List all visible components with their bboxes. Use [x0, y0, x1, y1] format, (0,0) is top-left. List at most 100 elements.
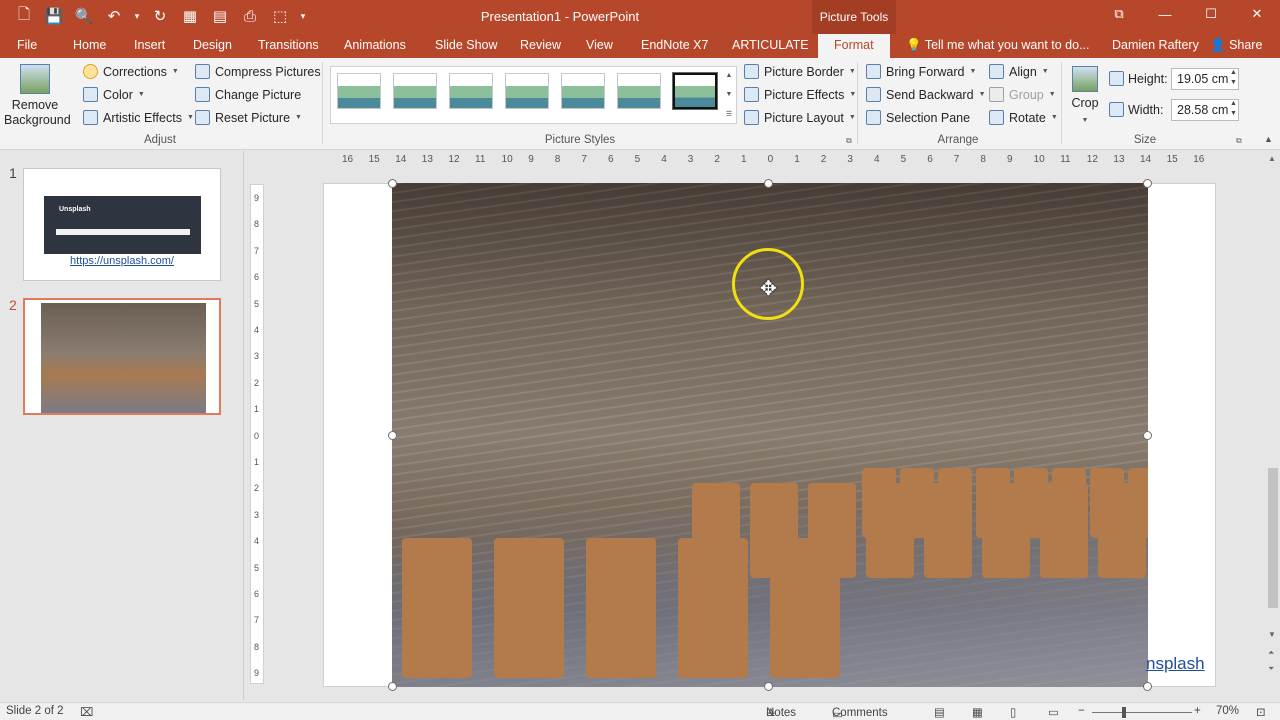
- thumbnail-image: Unsplash: [44, 196, 201, 254]
- tab-home[interactable]: Home: [73, 34, 106, 58]
- chevron-down-icon: ▼: [978, 91, 986, 98]
- slideshow-view-icon[interactable]: ▭: [1048, 705, 1059, 719]
- slide-thumbnail-1[interactable]: Unsplash https://unsplash.com/: [23, 168, 221, 281]
- fit-slide-icon[interactable]: ⊡: [1256, 705, 1266, 719]
- vertical-ruler: 9 8 7 6 5 4 3 2 1 0 1 2 3 4 5 6 7 8 9: [250, 184, 264, 684]
- slide-hyperlink[interactable]: nsplash: [1146, 654, 1205, 674]
- group-button[interactable]: Group ▼: [989, 87, 1056, 102]
- rotate-button[interactable]: Rotate ▼: [989, 110, 1058, 125]
- ruler-tick-label: 5: [634, 154, 641, 165]
- picture-style-thumb[interactable]: [393, 73, 437, 109]
- more-styles-icon[interactable]: ☰: [726, 110, 732, 118]
- picture-layout-button[interactable]: Picture Layout ▼: [744, 110, 856, 125]
- close-icon[interactable]: ✕: [1234, 0, 1280, 28]
- previous-slide-icon[interactable]: ⏶: [1268, 648, 1274, 658]
- resize-handle-sw[interactable]: [388, 682, 397, 691]
- normal-view-icon[interactable]: ▤: [934, 705, 945, 719]
- artistic-effects-button[interactable]: Artistic Effects ▼: [83, 110, 194, 125]
- color-button[interactable]: Color ▼: [83, 87, 145, 102]
- corrections-button[interactable]: Corrections ▼: [83, 64, 179, 79]
- picture-style-thumb[interactable]: [505, 73, 549, 109]
- tab-file[interactable]: File: [17, 34, 37, 58]
- tab-transitions[interactable]: Transitions: [258, 34, 319, 58]
- maximize-icon[interactable]: ☐: [1188, 0, 1234, 28]
- ruler-tick-label: 5: [254, 298, 260, 309]
- ruler-tick-label: 8: [980, 154, 986, 165]
- picture-style-thumb[interactable]: [561, 73, 605, 109]
- change-picture-button[interactable]: Change Picture: [195, 87, 301, 102]
- height-field[interactable]: 19.05 cm: [1171, 68, 1239, 90]
- send-backward-button[interactable]: Send Backward ▼: [866, 87, 986, 102]
- resize-handle-w[interactable]: [388, 431, 397, 440]
- group-separator: [857, 62, 858, 144]
- zoom-in-icon[interactable]: +: [1194, 705, 1201, 717]
- selection-pane-button[interactable]: Selection Pane: [866, 110, 970, 125]
- chevron-down-icon: ▼: [171, 68, 179, 75]
- resize-handle-e[interactable]: [1143, 431, 1152, 440]
- collapse-ribbon-icon[interactable]: ▲: [1264, 134, 1273, 144]
- tell-me-search[interactable]: 💡 Tell me what you want to do...: [906, 34, 1090, 56]
- resize-handle-n[interactable]: [764, 179, 773, 188]
- tab-view[interactable]: View: [586, 34, 613, 58]
- next-slide-icon[interactable]: ⏷: [1268, 664, 1274, 674]
- ruler-tick-label: 6: [254, 272, 260, 283]
- tab-insert[interactable]: Insert: [134, 34, 165, 58]
- slide-count: Slide 2 of 2: [6, 705, 64, 717]
- picture-style-thumb[interactable]: [617, 73, 661, 109]
- scroll-down-icon[interactable]: ▼: [1268, 630, 1276, 639]
- dialog-launcher-icon[interactable]: ⧉: [1236, 136, 1242, 146]
- chair: [586, 538, 656, 678]
- bring-forward-button[interactable]: Bring Forward ▼: [866, 64, 976, 79]
- zoom-slider-knob[interactable]: [1122, 707, 1126, 718]
- ribbon-display-icon[interactable]: ⧉: [1096, 0, 1142, 28]
- minimize-icon[interactable]: —: [1142, 0, 1188, 28]
- remove-background-icon: [20, 64, 50, 94]
- resize-handle-ne[interactable]: [1143, 179, 1152, 188]
- resize-handle-s[interactable]: [764, 682, 773, 691]
- crop-icon: [1072, 66, 1098, 92]
- chevron-up-icon[interactable]: ▲: [726, 72, 733, 79]
- picture-styles-gallery: [330, 66, 737, 124]
- picture-style-thumb[interactable]: [337, 73, 381, 109]
- reset-picture-button[interactable]: Reset Picture ▼: [195, 110, 302, 125]
- tab-endnote[interactable]: EndNote X7: [641, 34, 708, 58]
- tab-design[interactable]: Design: [193, 34, 232, 58]
- ruler-tick-label: 16: [1193, 154, 1205, 165]
- align-button[interactable]: Align ▼: [989, 64, 1049, 79]
- height-spinner[interactable]: ▲ ▼: [1230, 68, 1237, 88]
- tab-format[interactable]: Format: [818, 34, 890, 58]
- zoom-level[interactable]: 70%: [1216, 705, 1239, 717]
- picture-effects-button[interactable]: Picture Effects ▼: [744, 87, 856, 102]
- crop-button[interactable]: Crop ▼: [1066, 66, 1104, 128]
- chevron-down-icon[interactable]: ▼: [726, 91, 733, 98]
- scroll-up-icon[interactable]: ▲: [1268, 154, 1276, 163]
- remove-background-button[interactable]: Remove Background: [4, 64, 71, 128]
- gallery-scroll[interactable]: ▲ ▼ ☰: [722, 66, 736, 124]
- resize-handle-nw[interactable]: [388, 179, 397, 188]
- picture-style-thumb-selected[interactable]: [672, 72, 718, 110]
- ruler-tick-label: 0: [254, 430, 260, 441]
- reading-view-icon[interactable]: ▯: [1010, 705, 1016, 719]
- reset-picture-label: Reset Picture: [215, 110, 291, 125]
- picture-style-thumb[interactable]: [449, 73, 493, 109]
- compress-pictures-button[interactable]: Compress Pictures: [195, 64, 321, 79]
- tab-articulate[interactable]: ARTICULATE: [732, 34, 809, 58]
- zoom-slider[interactable]: [1092, 712, 1192, 713]
- spell-check-icon[interactable]: ⌧: [80, 705, 93, 719]
- tab-slide-show[interactable]: Slide Show: [435, 34, 498, 58]
- user-name[interactable]: Damien Raftery: [1112, 34, 1199, 56]
- width-spinner[interactable]: ▲ ▼: [1230, 99, 1237, 119]
- chevron-down-icon: ▼: [186, 114, 194, 121]
- tab-review[interactable]: Review: [520, 34, 561, 58]
- slide-thumbnail-2[interactable]: [23, 298, 221, 415]
- picture-border-button[interactable]: Picture Border ▼: [744, 64, 856, 79]
- horizontal-ruler: 16 15 14 13 12 11 10 9 8 7 6 5 4 3 2 1 0 1 2 3 4 5 6 7 8 9 10 11 12 1…: [324, 153, 1216, 169]
- slide-sorter-icon[interactable]: ▦: [972, 705, 983, 719]
- width-field[interactable]: 28.58 cm: [1171, 99, 1239, 121]
- tab-animations[interactable]: Animations: [344, 34, 406, 58]
- scrollbar-thumb[interactable]: [1268, 468, 1278, 608]
- resize-handle-se[interactable]: [1143, 682, 1152, 691]
- share-button[interactable]: 👤 Share: [1210, 34, 1262, 56]
- dialog-launcher-icon[interactable]: ⧉: [846, 136, 852, 146]
- zoom-out-icon[interactable]: −: [1078, 705, 1085, 717]
